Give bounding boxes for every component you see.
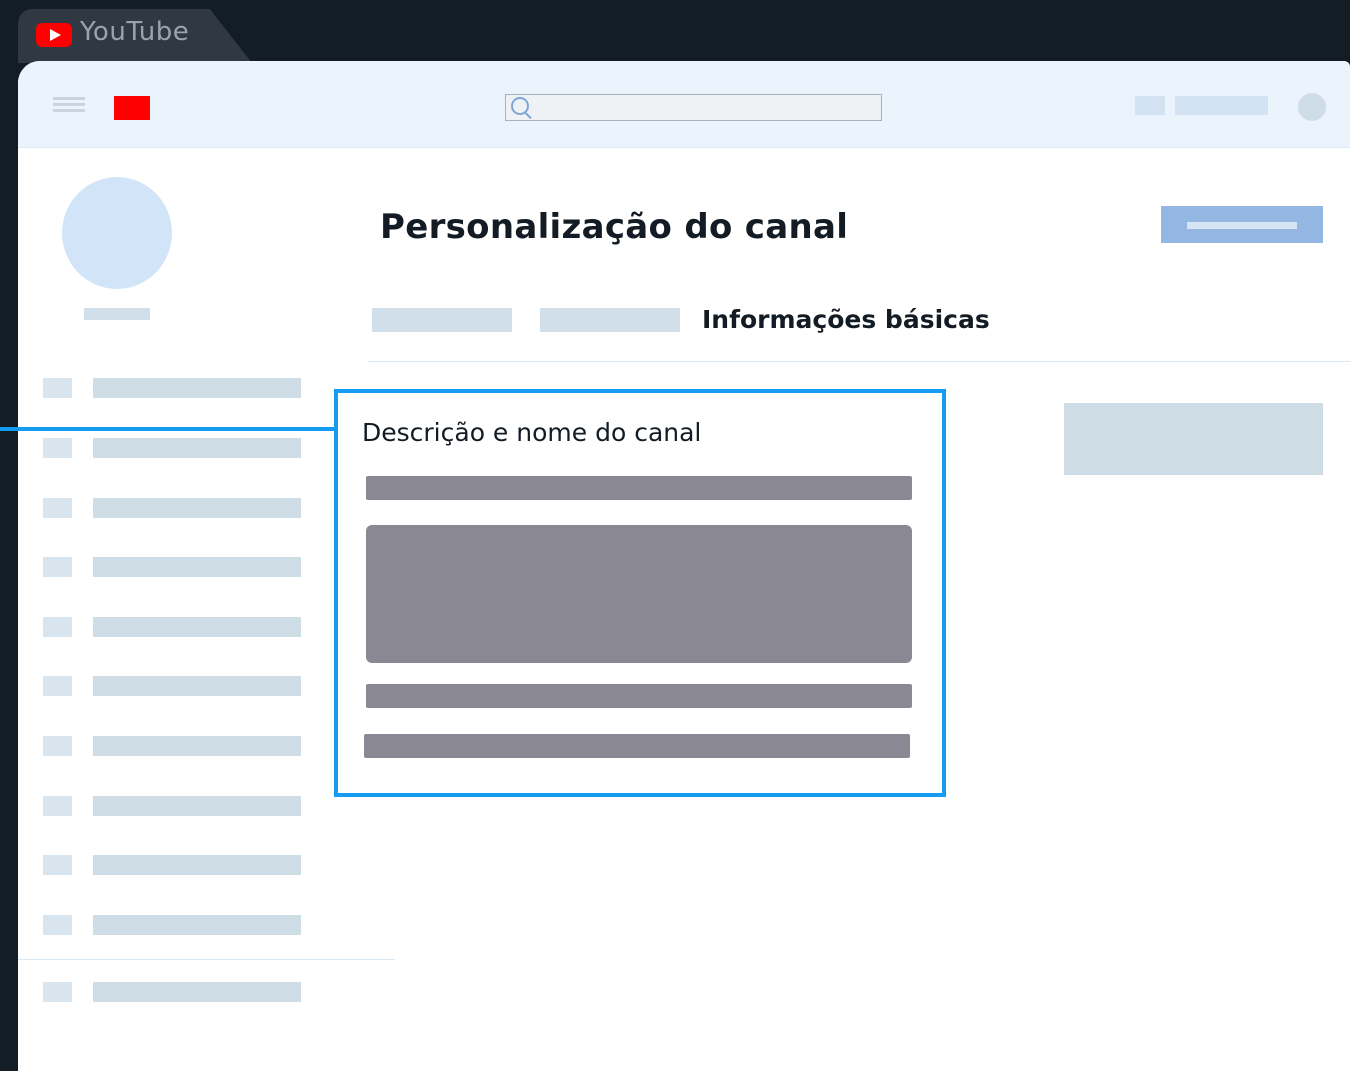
sidebar-item-icon[interactable] — [43, 982, 72, 1002]
sidebar-item[interactable] — [93, 557, 301, 577]
sidebar-item[interactable] — [93, 676, 301, 696]
channel-name-placeholder — [84, 308, 150, 320]
publish-button[interactable] — [1161, 206, 1323, 243]
top-bar — [18, 61, 1350, 148]
channel-handle-field[interactable] — [364, 734, 910, 758]
sidebar-item-icon[interactable] — [43, 438, 72, 458]
menu-icon[interactable] — [18, 61, 98, 147]
browser-tab-title: YouTube — [80, 17, 190, 47]
section-title: Descrição e nome do canal — [362, 418, 702, 447]
page-title: Personalização do canal — [380, 207, 849, 247]
search-input[interactable] — [505, 94, 882, 121]
create-icon[interactable] — [1135, 96, 1165, 115]
callout-connector-line — [0, 427, 338, 431]
sidebar-divider — [18, 959, 395, 960]
sidebar-item[interactable] — [93, 796, 301, 816]
channel-url-field[interactable] — [366, 684, 912, 708]
sidebar-item[interactable] — [93, 617, 301, 637]
tab-branding[interactable] — [540, 308, 680, 332]
sidebar-item[interactable] — [93, 438, 301, 458]
sidebar-item[interactable] — [93, 378, 301, 398]
sidebar-item-icon[interactable] — [43, 498, 72, 518]
sidebar-item[interactable] — [93, 498, 301, 518]
sidebar-item-icon[interactable] — [43, 617, 72, 637]
channel-avatar[interactable] — [62, 177, 172, 289]
sidebar-item[interactable] — [93, 982, 301, 1002]
sidebar-item-icon[interactable] — [43, 378, 72, 398]
tabs-divider — [368, 361, 1350, 362]
side-card — [1064, 403, 1323, 475]
sidebar-item-icon[interactable] — [43, 676, 72, 696]
sidebar-item-icon[interactable] — [43, 915, 72, 935]
sidebar-item-icon[interactable] — [43, 557, 72, 577]
tab-basic-info[interactable]: Informações básicas — [702, 305, 990, 334]
channel-name-field[interactable] — [366, 476, 912, 500]
sidebar-item-icon[interactable] — [43, 736, 72, 756]
sidebar-item[interactable] — [93, 915, 301, 935]
topbar-action-placeholder[interactable] — [1175, 96, 1268, 115]
sidebar-item[interactable] — [93, 736, 301, 756]
app-window: Personalização do canal Informações bási… — [18, 61, 1350, 1071]
sidebar-item[interactable] — [93, 855, 301, 875]
account-avatar[interactable] — [1298, 93, 1326, 121]
youtube-logo-icon — [36, 23, 72, 47]
sidebar-item-icon[interactable] — [43, 796, 72, 816]
youtube-logo[interactable] — [114, 96, 150, 120]
channel-description-field[interactable] — [366, 525, 912, 663]
sidebar-item-icon[interactable] — [43, 855, 72, 875]
search-icon — [511, 97, 529, 115]
tab-layout[interactable] — [372, 308, 512, 332]
